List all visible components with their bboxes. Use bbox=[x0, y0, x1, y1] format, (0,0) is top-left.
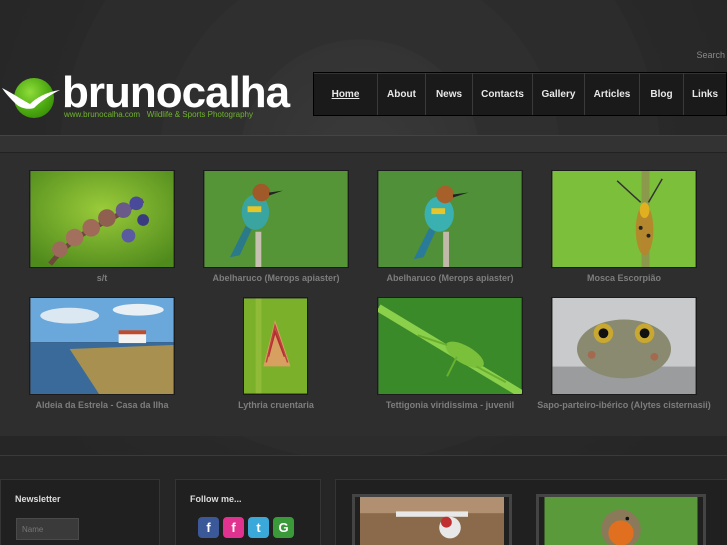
gallery-caption: Sapo-parteiro-ibérico (Alytes cisternasi… bbox=[537, 400, 711, 410]
gallery-item[interactable]: Mosca Escorpião bbox=[551, 170, 697, 285]
nav-item-news[interactable]: News bbox=[425, 73, 472, 115]
bird-logo-icon bbox=[2, 88, 60, 109]
gallery-item[interactable]: Abelharuco (Merops apiaster) bbox=[203, 170, 349, 285]
main-nav: Home About News Contacts Gallery Article… bbox=[313, 72, 727, 116]
nav-label: Contacts bbox=[481, 88, 524, 100]
newsletter-title: Newsletter bbox=[15, 494, 61, 504]
facebook-icon[interactable]: f bbox=[198, 517, 219, 538]
flickr-icon[interactable]: f bbox=[223, 517, 244, 538]
search-link[interactable]: Search bbox=[696, 50, 725, 60]
nav-label: Articles bbox=[593, 88, 631, 100]
nav-item-links[interactable]: Links bbox=[683, 73, 726, 115]
newsletter-box: Newsletter bbox=[0, 479, 160, 545]
nav-label: About bbox=[387, 88, 416, 100]
nav-label: News bbox=[435, 88, 463, 100]
gallery-panel: s/t Abelharuco (Merops apiaster) Abelhar… bbox=[0, 153, 727, 436]
photo-toad-image[interactable] bbox=[551, 297, 697, 395]
post-robin-image[interactable] bbox=[536, 494, 706, 545]
logo-subline: www.brunocalha.com Wildlife & Sports Pho… bbox=[64, 110, 253, 119]
gallery-caption: Aldeia da Estrela - Casa da Ilha bbox=[35, 400, 169, 410]
photo-grasshopper-image[interactable] bbox=[377, 297, 523, 395]
nav-item-gallery[interactable]: Gallery bbox=[532, 73, 584, 115]
post-motocross-image[interactable] bbox=[352, 494, 512, 545]
gallery-item[interactable]: Aldeia da Estrela - Casa da Ilha bbox=[29, 297, 175, 412]
gallery-item[interactable]: Tettigonia viridissima - juvenil bbox=[377, 297, 523, 412]
twitter-icon[interactable]: t bbox=[248, 517, 269, 538]
nav-label: Links bbox=[691, 88, 719, 100]
logo-url: www.brunocalha.com bbox=[64, 110, 141, 119]
photo-moth-image[interactable] bbox=[243, 297, 308, 395]
gallery-caption: Mosca Escorpião bbox=[586, 273, 662, 283]
nav-item-articles[interactable]: Articles bbox=[584, 73, 639, 115]
gallery-item[interactable]: Lythria cruentaria bbox=[203, 297, 349, 412]
nav-item-home[interactable]: Home bbox=[314, 73, 377, 115]
google-icon[interactable]: G bbox=[273, 517, 294, 538]
photo-village-image[interactable] bbox=[29, 297, 175, 395]
site-logo[interactable]: brunocalha www.brunocalha.com Wildlife &… bbox=[0, 70, 290, 125]
gallery-item[interactable]: Sapo-parteiro-ibérico (Alytes cisternasi… bbox=[537, 297, 711, 412]
gallery-caption: Lythria cruentaria bbox=[238, 400, 314, 410]
nav-label: Gallery bbox=[541, 88, 576, 100]
gallery-item[interactable]: Abelharuco (Merops apiaster) bbox=[377, 170, 523, 285]
latest-posts-box bbox=[335, 479, 727, 545]
separator-band bbox=[0, 135, 727, 153]
nav-label: Blog bbox=[650, 88, 673, 100]
photo-bee-eater-image[interactable] bbox=[377, 170, 523, 268]
nav-item-contacts[interactable]: Contacts bbox=[472, 73, 532, 115]
nav-item-blog[interactable]: Blog bbox=[639, 73, 683, 115]
gallery-caption: Abelharuco (Merops apiaster) bbox=[386, 273, 514, 283]
photo-flowers-image[interactable] bbox=[29, 170, 175, 268]
gallery-item[interactable]: s/t bbox=[29, 170, 175, 285]
logo-tagline: Wildlife & Sports Photography bbox=[146, 110, 254, 119]
photo-bee-eater-image[interactable] bbox=[203, 170, 349, 268]
gallery-caption: Abelharuco (Merops apiaster) bbox=[212, 273, 340, 283]
nav-item-about[interactable]: About bbox=[377, 73, 425, 115]
newsletter-name-input[interactable] bbox=[16, 518, 79, 540]
gallery-caption: s/t bbox=[96, 273, 108, 283]
gallery-caption: Tettigonia viridissima - juvenil bbox=[385, 400, 515, 410]
header: Search brunocalha www.brunocalha.com Wil… bbox=[0, 0, 727, 135]
footer: Newsletter Follow me... f f t G bbox=[0, 455, 727, 545]
follow-box: Follow me... f f t G bbox=[175, 479, 321, 545]
follow-title: Follow me... bbox=[190, 494, 242, 504]
nav-label: Home bbox=[331, 88, 360, 100]
photo-scorpionfly-image[interactable] bbox=[551, 170, 697, 268]
